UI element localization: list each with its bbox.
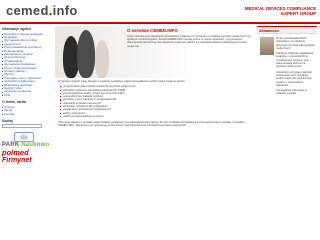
header: cemed.info MEDICAL DEVICES COMPLIANCE EX… xyxy=(0,0,320,22)
partner-logos: PARK Naukowo polmed Firmynet xyxy=(2,132,52,164)
logo-main: cemed xyxy=(6,3,49,18)
news-sidebar: Aktualności W dniu 26 listopada 2010 r. … xyxy=(257,26,317,238)
firmynet-logo[interactable]: Firmynet xyxy=(2,157,52,164)
site-logo[interactable]: cemed.info xyxy=(6,3,78,18)
services-list: przygotowanie dokumentacji technicznej w… xyxy=(60,85,252,118)
general-nav-list: Dyrektywy nowego podejścia Regulacje Wymag… xyxy=(2,32,52,98)
hero-photo: O serwisie CEMED.INFO Celem serwisu jest… xyxy=(55,26,255,78)
search-input[interactable] xyxy=(2,124,42,129)
news-paragraph: W dniu 26 listopada 2010 r. zapraszamy n… xyxy=(276,37,315,50)
news-paragraph: Szkolenie obejmuje zagadnienia związane … xyxy=(276,52,314,69)
header-divider xyxy=(0,22,320,24)
section-search-title: Szukaj xyxy=(2,118,13,123)
sidebar-nav-item[interactable]: Kontakt xyxy=(2,112,52,116)
certificate-logo[interactable] xyxy=(14,132,34,143)
intro-title: O serwisie CEMED.INFO xyxy=(127,28,178,33)
sidebar-nav-item[interactable]: Linki xyxy=(2,93,52,97)
logo-suffix: info xyxy=(52,3,78,18)
person-figure xyxy=(95,40,109,78)
polmed-logo[interactable]: polmed xyxy=(2,148,52,157)
person-figure xyxy=(77,30,95,78)
service-bullet: nadzór po wprowadzeniu do obrotu xyxy=(60,115,252,118)
section-general-title: Informacje ogólne xyxy=(2,27,32,31)
section-company-title: O firmie, oferta xyxy=(2,100,27,105)
company-nav-list: O firmie Oferta Kontakt xyxy=(2,105,52,116)
news-photo xyxy=(260,37,274,55)
tagline-line2: EXPERT GROUP xyxy=(281,11,316,17)
tagline: MEDICAL DEVICES COMPLIANCE EXPERT GROUP xyxy=(186,6,316,16)
left-sidebar: Informacje ogólne Dyrektywy nowego podej… xyxy=(2,27,52,238)
news-paragraph: Uczestnicy otrzymają materiały szkolenio… xyxy=(276,70,312,87)
news-paragraph: Szczegółowe informacje w zakładce Kontak… xyxy=(276,89,307,96)
services-intro: W ramach naszych usług oferujemy wsparci… xyxy=(58,80,186,83)
news-title: Aktualności xyxy=(257,26,317,34)
intro-text: Celem serwisu jest przekazanie doświadcz… xyxy=(127,35,251,48)
main-content: W ramach naszych usług oferujemy wsparci… xyxy=(58,80,252,130)
closing-text: Informacje zawarte w serwisie mają chara… xyxy=(58,121,245,128)
